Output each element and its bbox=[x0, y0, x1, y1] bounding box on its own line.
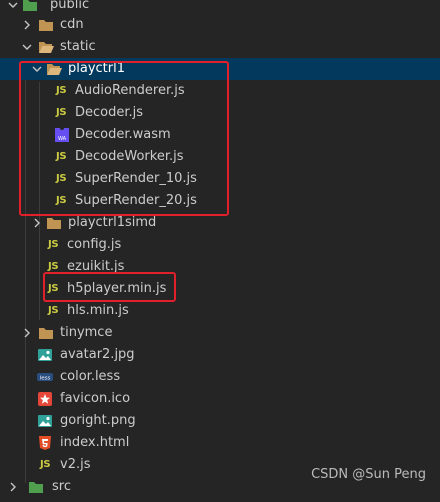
tree-item-label: favicon.ico bbox=[60, 391, 131, 406]
tree-item-label: goright.png bbox=[60, 413, 136, 428]
tree-item-label: src bbox=[52, 479, 71, 494]
javascript-file-icon: JS bbox=[48, 305, 59, 316]
less-file-icon: less bbox=[37, 370, 53, 384]
folder-open-icon bbox=[38, 40, 54, 54]
tree-item-label: static bbox=[60, 39, 96, 54]
tree-file-favicon-ico[interactable]: favicon.ico bbox=[0, 388, 440, 410]
chevron-down-icon[interactable] bbox=[20, 36, 34, 58]
tree-file-index-html[interactable]: index.html bbox=[0, 432, 440, 454]
svg-text:less: less bbox=[40, 376, 51, 382]
folder-icon bbox=[38, 326, 54, 340]
watermark-text: CSDN @Sun Peng bbox=[311, 467, 426, 482]
tree-item-label: v2.js bbox=[60, 457, 91, 472]
image-file-icon bbox=[38, 348, 52, 362]
tree-file-color-less[interactable]: less color.less bbox=[0, 366, 440, 388]
tree-item-label: config.js bbox=[67, 237, 122, 252]
tree-item-label: color.less bbox=[60, 369, 121, 384]
file-explorer-tree: public cdn static playctrl1 JS AudioRend… bbox=[0, 0, 440, 494]
tree-file-hls-min-js[interactable]: JS hls.min.js bbox=[0, 300, 440, 322]
tree-item-label: avatar2.jpg bbox=[60, 347, 135, 362]
chevron-right-icon[interactable] bbox=[20, 322, 34, 344]
folder-src-icon bbox=[28, 480, 44, 494]
javascript-file-icon: JS bbox=[40, 459, 51, 470]
star-file-icon bbox=[38, 392, 52, 406]
tree-item-label: index.html bbox=[60, 435, 130, 450]
tree-item-label: tinymce bbox=[60, 325, 113, 340]
html5-file-icon bbox=[39, 436, 51, 450]
tree-file-goright-png[interactable]: goright.png bbox=[0, 410, 440, 432]
folder-node-open-icon bbox=[22, 0, 38, 12]
highlight-box-playctrl1 bbox=[19, 61, 229, 216]
tree-item-label: cdn bbox=[60, 17, 84, 32]
image-file-icon bbox=[38, 414, 52, 428]
tree-folder-tinymce[interactable]: tinymce bbox=[0, 322, 440, 344]
tree-folder-static[interactable]: static bbox=[0, 36, 440, 58]
tree-item-label: hls.min.js bbox=[67, 303, 129, 318]
tree-file-avatar2-jpg[interactable]: avatar2.jpg bbox=[0, 344, 440, 366]
tree-file-config-js[interactable]: JS config.js bbox=[0, 234, 440, 256]
tree-folder-cdn[interactable]: cdn bbox=[0, 14, 440, 36]
folder-icon bbox=[38, 18, 54, 32]
folder-icon bbox=[46, 216, 62, 230]
highlight-box-h5player bbox=[43, 272, 176, 302]
javascript-file-icon: JS bbox=[48, 239, 59, 250]
chevron-right-icon[interactable] bbox=[20, 14, 34, 36]
chevron-right-icon[interactable] bbox=[6, 476, 20, 498]
